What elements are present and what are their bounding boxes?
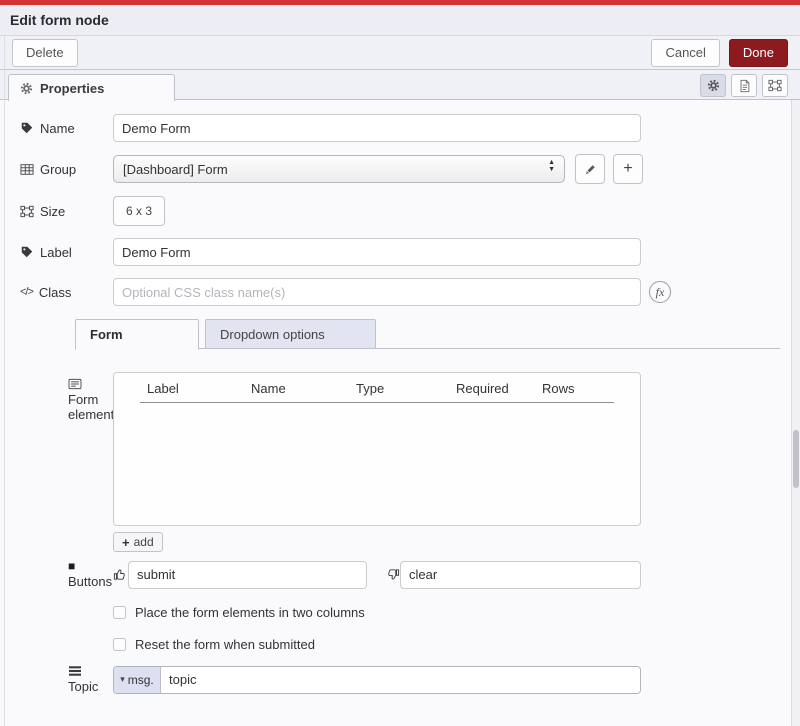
label-row: Label bbox=[10, 238, 788, 266]
thumbs-down-icon bbox=[385, 567, 400, 582]
done-button[interactable]: Done bbox=[729, 39, 788, 67]
column-header-rows: Rows bbox=[542, 381, 575, 396]
thumbs-up-icon bbox=[113, 567, 128, 582]
delete-button[interactable]: Delete bbox=[12, 39, 78, 67]
name-input[interactable] bbox=[113, 114, 641, 142]
list-alt-icon bbox=[68, 378, 82, 390]
caret-down-icon: ▾ bbox=[120, 674, 125, 685]
two-columns-checkbox[interactable] bbox=[113, 606, 126, 619]
add-group-button[interactable]: + bbox=[613, 154, 643, 184]
topic-row: Topic ▾ msg. bbox=[10, 665, 788, 694]
clear-button-text-input[interactable] bbox=[400, 561, 641, 589]
fx-icon: fx bbox=[656, 285, 665, 300]
pencil-icon bbox=[584, 163, 597, 176]
subtab-dropdown-options[interactable]: Dropdown options bbox=[205, 319, 376, 349]
editor-tab-bar: Properties bbox=[0, 70, 800, 100]
buttons-label: ■ Buttons bbox=[10, 560, 113, 589]
buttons-row: ■ Buttons bbox=[10, 560, 788, 589]
size-label-text: Size bbox=[40, 204, 65, 219]
topic-input[interactable] bbox=[161, 667, 640, 693]
size-label: Size bbox=[10, 204, 113, 219]
form-subtab-bar: Form Dropdown options bbox=[75, 319, 780, 349]
dialog-header: Edit form node bbox=[0, 5, 800, 36]
table-icon bbox=[20, 163, 34, 176]
name-label-text: Name bbox=[40, 121, 75, 136]
form-elements-row: Form elements Label Name Type Required R… bbox=[10, 372, 788, 552]
group-label-text: Group bbox=[40, 162, 76, 177]
edit-group-button[interactable] bbox=[575, 154, 605, 184]
column-header-label: Label bbox=[147, 381, 179, 396]
form-elements-label: Form elements bbox=[10, 372, 113, 422]
topic-typed-input: ▾ msg. bbox=[113, 666, 641, 694]
subtab-form-label: Form bbox=[90, 327, 123, 342]
label-label: Label bbox=[10, 245, 113, 260]
column-header-type: Type bbox=[356, 381, 384, 396]
class-input[interactable] bbox=[113, 278, 641, 306]
name-label: Name bbox=[10, 121, 113, 136]
column-header-required: Required bbox=[456, 381, 509, 396]
group-label: Group bbox=[10, 162, 113, 177]
square-icon: ■ bbox=[68, 560, 75, 572]
gear-icon bbox=[20, 82, 33, 95]
size-row: Size 6 x 3 bbox=[10, 196, 788, 226]
cancel-button[interactable]: Cancel bbox=[651, 39, 719, 67]
gear-icon bbox=[707, 79, 720, 92]
group-row: Group [Dashboard] Form ▲▼ + bbox=[10, 154, 788, 184]
tasks-icon bbox=[68, 665, 82, 677]
properties-gear-button[interactable] bbox=[700, 74, 726, 97]
name-row: Name bbox=[10, 114, 788, 142]
code-icon: </> bbox=[20, 286, 33, 298]
two-columns-option-row: Place the form elements in two columns bbox=[10, 605, 788, 620]
tab-icon-buttons bbox=[700, 74, 788, 97]
properties-panel: Name Group [Dashboard] Form ▲▼ bbox=[0, 100, 800, 726]
reset-form-checkbox-label: Reset the form when submitted bbox=[135, 637, 315, 652]
add-element-button[interactable]: + add bbox=[113, 532, 163, 552]
object-group-icon bbox=[20, 205, 34, 218]
column-header-name: Name bbox=[251, 381, 286, 396]
scrollbar-thumb[interactable] bbox=[793, 430, 799, 488]
tag-icon bbox=[20, 245, 34, 259]
size-button[interactable]: 6 x 3 bbox=[113, 196, 165, 226]
dialog-toolbar: Delete Cancel Done bbox=[0, 36, 800, 70]
two-columns-checkbox-label: Place the form elements in two columns bbox=[135, 605, 365, 620]
tab-properties[interactable]: Properties bbox=[8, 74, 175, 101]
topic-type-select[interactable]: ▾ msg. bbox=[114, 667, 161, 693]
reset-option-row: Reset the form when submitted bbox=[10, 637, 788, 652]
topic-type-label: msg. bbox=[128, 673, 154, 687]
class-row: </> Class fx bbox=[10, 278, 788, 306]
form-elements-table: Label Name Type Required Rows bbox=[113, 372, 641, 526]
tab-properties-label: Properties bbox=[40, 81, 104, 96]
form-elements-list-wrap: Label Name Type Required Rows + add bbox=[113, 372, 641, 552]
group-select[interactable]: [Dashboard] Form ▲▼ bbox=[113, 155, 565, 183]
submit-button-text-input[interactable] bbox=[128, 561, 367, 589]
subtab-form[interactable]: Form bbox=[75, 319, 199, 350]
class-label: </> Class bbox=[10, 285, 113, 300]
tray-left-edge bbox=[4, 36, 5, 726]
subtab-dropdown-options-label: Dropdown options bbox=[220, 327, 325, 342]
scrollbar-track bbox=[791, 100, 800, 726]
topic-label-text: Topic bbox=[68, 679, 98, 694]
appearance-button[interactable] bbox=[762, 74, 788, 97]
description-button[interactable] bbox=[731, 74, 757, 97]
tag-icon bbox=[20, 121, 34, 135]
fx-badge: fx bbox=[649, 281, 671, 303]
label-input[interactable] bbox=[113, 238, 641, 266]
document-icon bbox=[738, 79, 751, 93]
reset-form-checkbox[interactable] bbox=[113, 638, 126, 651]
table-header-rule bbox=[140, 402, 614, 403]
class-label-text: Class bbox=[39, 285, 72, 300]
topic-label: Topic bbox=[10, 665, 113, 694]
plus-icon: + bbox=[623, 161, 632, 177]
label-label-text: Label bbox=[40, 245, 72, 260]
buttons-label-text: Buttons bbox=[68, 574, 112, 589]
plus-icon: + bbox=[122, 536, 130, 549]
dialog-title: Edit form node bbox=[10, 12, 109, 28]
select-arrows-icon: ▲▼ bbox=[548, 160, 555, 173]
group-select-value: [Dashboard] Form bbox=[123, 162, 228, 177]
object-group-icon bbox=[768, 79, 782, 92]
add-element-label: add bbox=[134, 535, 154, 549]
